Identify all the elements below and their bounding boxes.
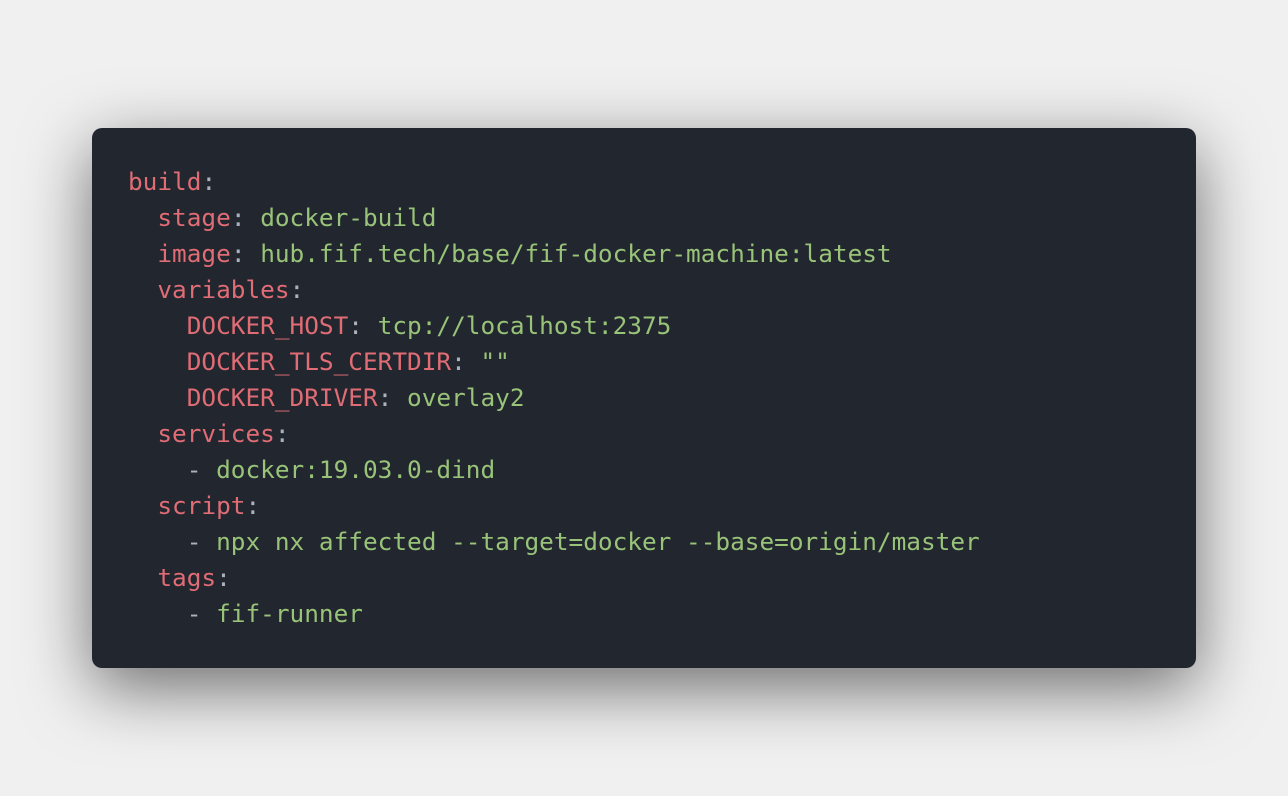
code-line: script: bbox=[157, 491, 261, 520]
code-line: - fif-runner bbox=[186, 599, 363, 628]
yaml-key: build bbox=[128, 167, 202, 196]
code-line: stage: docker-build bbox=[157, 203, 437, 232]
yaml-key: script bbox=[157, 491, 246, 520]
code-line: DOCKER_HOST: tcp://localhost:2375 bbox=[186, 311, 672, 340]
yaml-value: overlay2 bbox=[407, 383, 525, 412]
yaml-value: "" bbox=[480, 347, 510, 376]
code-line: variables: bbox=[157, 275, 305, 304]
yaml-key: DOCKER_TLS_CERTDIR bbox=[186, 347, 452, 376]
code-line: build: bbox=[128, 167, 217, 196]
code-line: - npx nx affected --target=docker --base… bbox=[186, 527, 980, 556]
yaml-key: services bbox=[157, 419, 275, 448]
yaml-key: variables bbox=[157, 275, 290, 304]
yaml-value: hub.fif.tech/base/fif-docker-machine:lat… bbox=[260, 239, 892, 268]
code-line: services: bbox=[157, 419, 290, 448]
yaml-key: DOCKER_DRIVER bbox=[186, 383, 378, 412]
code-line: tags: bbox=[157, 563, 231, 592]
yaml-value: docker-build bbox=[260, 203, 437, 232]
code-line: DOCKER_DRIVER: overlay2 bbox=[186, 383, 525, 412]
yaml-key: DOCKER_HOST bbox=[186, 311, 349, 340]
yaml-key: stage bbox=[157, 203, 231, 232]
yaml-value: npx nx affected --target=docker --base=o… bbox=[216, 527, 980, 556]
code-line: image: hub.fif.tech/base/fif-docker-mach… bbox=[157, 239, 892, 268]
code-line: DOCKER_TLS_CERTDIR: "" bbox=[186, 347, 510, 376]
code-block: build: stage: docker-build image: hub.fi… bbox=[128, 164, 1196, 632]
yaml-key: image bbox=[157, 239, 231, 268]
code-line: - docker:19.03.0-dind bbox=[186, 455, 496, 484]
yaml-value: tcp://localhost:2375 bbox=[377, 311, 672, 340]
yaml-value: fif-runner bbox=[216, 599, 363, 628]
yaml-value: docker:19.03.0-dind bbox=[216, 455, 496, 484]
yaml-key: tags bbox=[157, 563, 217, 592]
code-window: build: stage: docker-build image: hub.fi… bbox=[92, 128, 1196, 668]
